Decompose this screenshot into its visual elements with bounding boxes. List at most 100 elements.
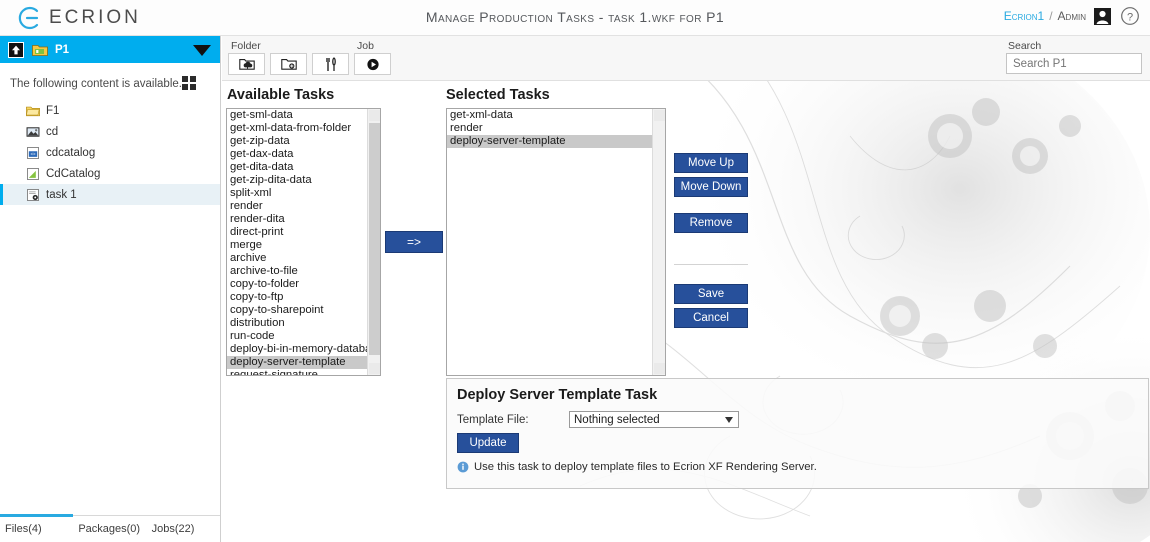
move-up-button[interactable]: Move Up	[674, 153, 748, 173]
scroll-thumb[interactable]	[369, 123, 380, 355]
grid-view-icon[interactable]	[182, 76, 197, 91]
available-tasks-scrollbar[interactable]	[367, 109, 380, 375]
available-tasks-listbox[interactable]: get-sml-data get-xml-data-from-folder get-…	[226, 108, 381, 376]
scroll-down-arrow[interactable]	[654, 363, 665, 374]
list-item[interactable]: get-zip-data	[227, 135, 367, 148]
list-item[interactable]: distribution	[227, 317, 367, 330]
task-detail-hint-text: Use this task to deploy template files t…	[474, 461, 817, 473]
save-label: Save	[697, 288, 725, 300]
file-list: F1 cd <> cdcatalog CdCatalog task 1	[0, 100, 220, 205]
sidebar-footer-tabs: Files(4) Packages(0) Jobs(22)	[0, 514, 220, 542]
list-item[interactable]: request-signature	[227, 369, 367, 375]
sidebar-tab-jobs[interactable]: Jobs(22)	[147, 516, 220, 542]
list-item-label: cdcatalog	[46, 146, 96, 159]
list-item[interactable]: get-zip-dita-data	[227, 174, 367, 187]
help-question-icon[interactable]: ?	[1120, 6, 1140, 26]
upload-file-button[interactable]	[228, 53, 265, 75]
selected-tasks-items: get-xml-data render deploy-server-template	[447, 109, 652, 375]
selected-tasks-scrollbar[interactable]	[652, 109, 665, 375]
list-item[interactable]: render-dita	[227, 213, 367, 226]
list-item[interactable]: merge	[227, 239, 367, 252]
list-item[interactable]: cd	[0, 121, 220, 142]
task-detail-hint: Use this task to deploy template files t…	[457, 461, 817, 473]
move-down-button[interactable]: Move Down	[674, 177, 748, 197]
list-item[interactable]: copy-to-folder	[227, 278, 367, 291]
list-item-label: task 1	[46, 188, 77, 201]
list-item[interactable]: deploy-server-template	[227, 356, 367, 369]
sidebar-tab-jobs-label: Jobs(22)	[151, 523, 195, 535]
new-folder-icon	[280, 59, 297, 70]
page-title: Manage Production Tasks - task 1.wkf for…	[425, 9, 725, 25]
list-item[interactable]: get-dita-data	[227, 161, 367, 174]
scroll-up-arrow[interactable]	[369, 110, 380, 121]
run-job-icon	[366, 58, 379, 70]
list-item[interactable]: run-code	[227, 330, 367, 343]
main-content: Available Tasks get-sml-data get-xml-data…	[222, 81, 1150, 542]
list-item[interactable]: archive	[227, 252, 367, 265]
remove-button[interactable]: Remove	[674, 213, 748, 233]
template-file-icon	[27, 167, 39, 180]
user-name[interactable]: Ecrion1	[1004, 9, 1044, 23]
cancel-button[interactable]: Cancel	[674, 308, 748, 328]
project-selector-bar[interactable]: P1	[0, 36, 220, 63]
list-item[interactable]: copy-to-sharepoint	[227, 304, 367, 317]
template-file-label: Template File:	[457, 413, 529, 426]
tools-button[interactable]	[312, 53, 349, 75]
list-item[interactable]: CdCatalog	[0, 163, 220, 184]
user-avatar-icon[interactable]	[1093, 7, 1112, 26]
move-down-label: Move Down	[680, 181, 742, 193]
list-item[interactable]: split-xml	[227, 187, 367, 200]
user-separator: /	[1049, 9, 1053, 23]
sidebar-tab-files-label: Files(4)	[5, 523, 42, 535]
list-item[interactable]: deploy-server-template	[447, 135, 652, 148]
list-item[interactable]: deploy-bi-in-memory-database	[227, 343, 367, 356]
xml-file-icon: <>	[27, 146, 39, 159]
sidebar-tab-packages[interactable]: Packages(0)	[73, 516, 146, 542]
search-box[interactable]	[1006, 53, 1150, 74]
cancel-label: Cancel	[693, 312, 729, 324]
list-item[interactable]: get-sml-data	[227, 109, 367, 122]
save-button[interactable]: Save	[674, 284, 748, 304]
update-button[interactable]: Update	[457, 433, 519, 453]
project-folder-icon	[32, 44, 48, 56]
chevron-down-icon[interactable]	[725, 417, 733, 423]
chevron-down-icon[interactable]	[193, 45, 211, 56]
search-group: Search	[1006, 36, 1150, 74]
list-item[interactable]: task 1	[0, 184, 220, 205]
template-file-value: Nothing selected	[574, 413, 660, 426]
task-detail-panel: Deploy Server Template Task Template Fil…	[446, 378, 1149, 489]
list-item[interactable]: render	[227, 200, 367, 213]
search-input[interactable]	[1011, 56, 1150, 71]
update-label: Update	[469, 437, 507, 449]
task-detail-title: Deploy Server Template Task	[457, 387, 658, 403]
list-item[interactable]: archive-to-file	[227, 265, 367, 278]
list-item[interactable]: direct-print	[227, 226, 367, 239]
list-item[interactable]: copy-to-ftp	[227, 291, 367, 304]
list-item-label: F1	[46, 104, 60, 117]
scroll-up-arrow[interactable]	[654, 110, 665, 121]
scroll-down-arrow[interactable]	[369, 363, 380, 374]
content-available-text: The following content is available.	[10, 77, 182, 90]
new-folder-button[interactable]	[270, 53, 307, 75]
list-item[interactable]: get-dax-data	[227, 148, 367, 161]
sidebar-tab-files[interactable]: Files(4)	[0, 514, 74, 542]
upload-to-folder-icon	[238, 59, 255, 70]
run-job-button[interactable]	[354, 53, 391, 75]
arrow-up-icon[interactable]	[8, 41, 24, 58]
list-item[interactable]: F1	[0, 100, 220, 121]
list-item[interactable]: get-xml-data	[447, 109, 652, 122]
remove-label: Remove	[689, 217, 733, 229]
project-name-label: P1	[55, 43, 70, 56]
user-role: Admin	[1057, 9, 1086, 23]
move-to-selected-button[interactable]: =>	[385, 231, 443, 253]
list-item[interactable]: render	[447, 122, 652, 135]
search-label: Search	[1008, 40, 1042, 52]
selected-tasks-listbox[interactable]: get-xml-data render deploy-server-template	[446, 108, 666, 376]
list-item-label: CdCatalog	[46, 167, 101, 180]
template-file-select[interactable]: Nothing selected	[569, 411, 739, 428]
user-account-area[interactable]: Ecrion1 / Admin ?	[1004, 6, 1140, 26]
list-item[interactable]: <> cdcatalog	[0, 142, 220, 163]
task-file-icon	[27, 188, 39, 201]
svg-text:?: ?	[1127, 11, 1133, 23]
list-item[interactable]: get-xml-data-from-folder	[227, 122, 367, 135]
